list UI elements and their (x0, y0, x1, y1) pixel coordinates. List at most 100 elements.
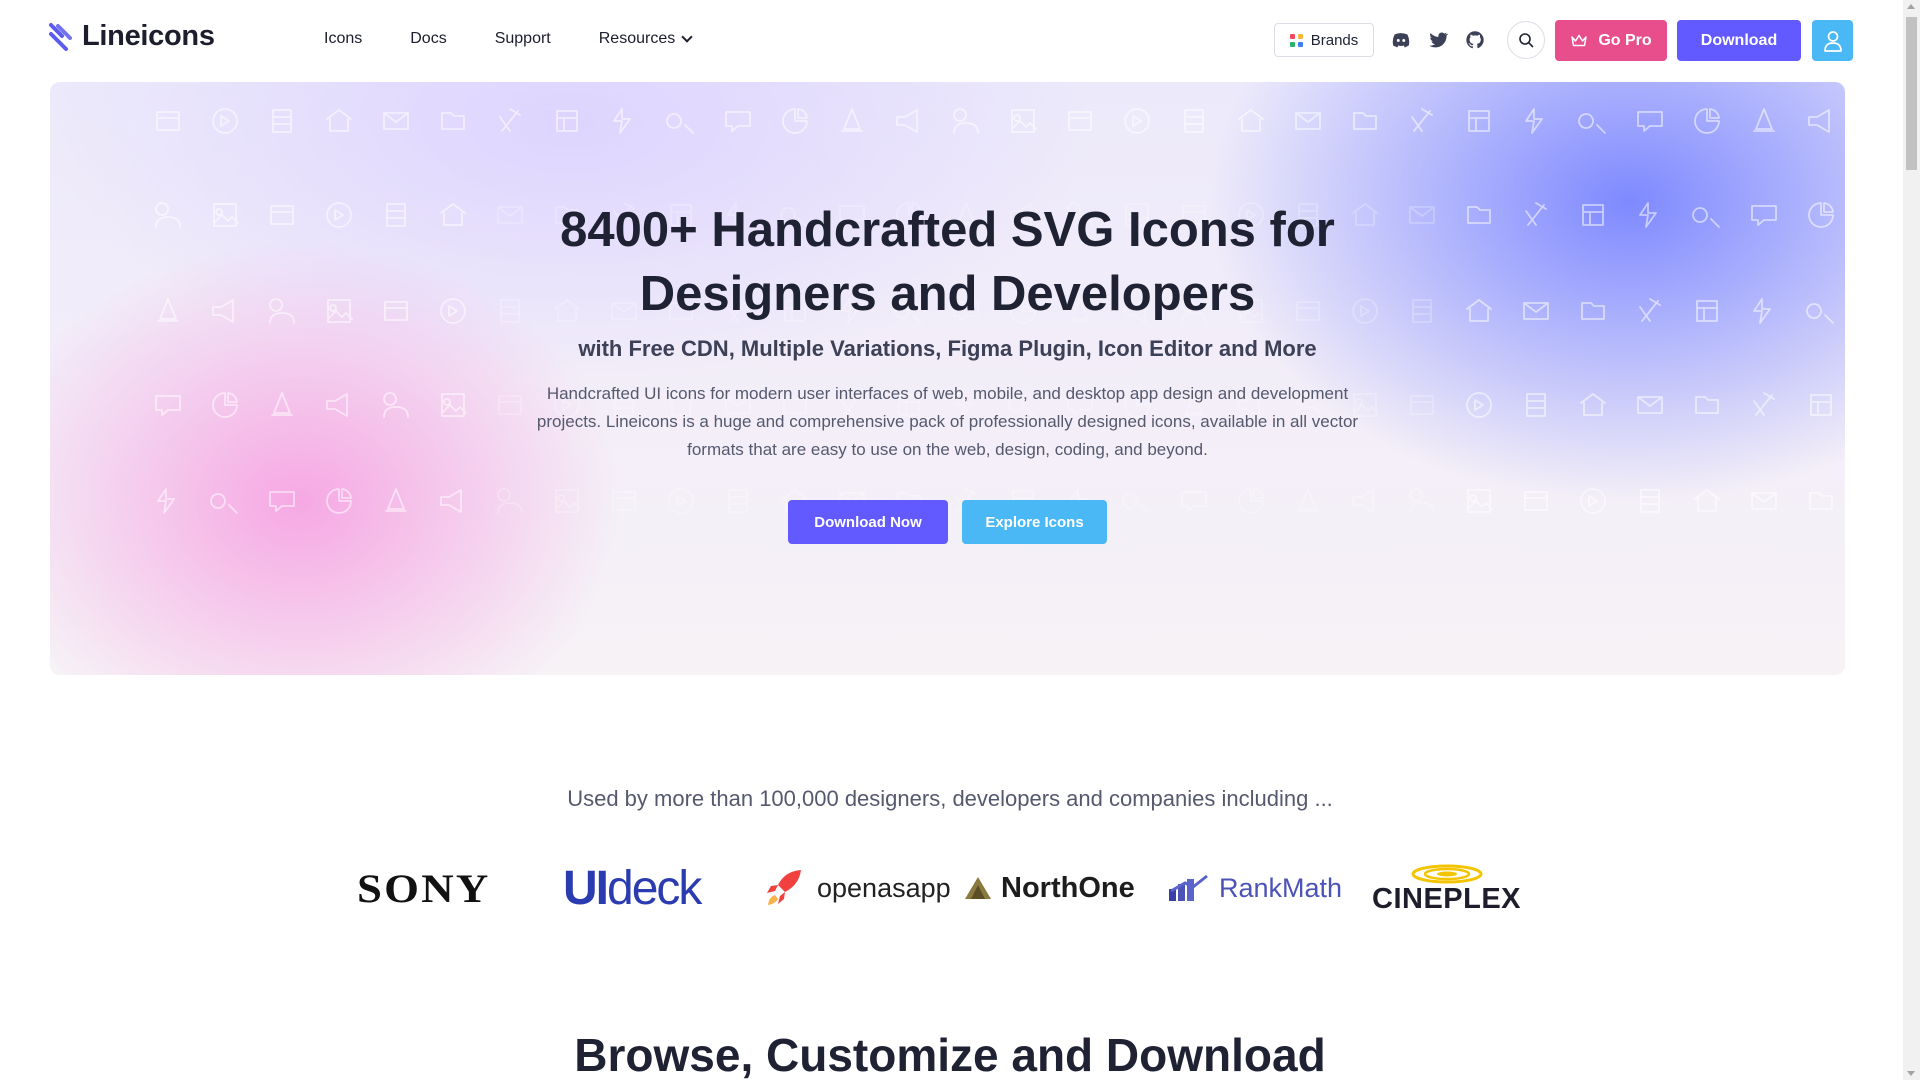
pattern-icon (1525, 108, 1543, 134)
crown-icon (1571, 34, 1588, 46)
pattern-icon (556, 110, 578, 132)
northone-logo-text: NorthOne (1001, 871, 1135, 904)
twitter-icon[interactable] (1427, 29, 1449, 51)
main-nav: Icons Docs Support Resources (324, 30, 693, 48)
pattern-icon (1637, 111, 1663, 132)
pattern-icon (212, 108, 238, 134)
hero-title: 8400+ Handcrafted SVG Icons for Designer… (50, 198, 1845, 326)
pattern-icon (1411, 108, 1433, 132)
pattern-icon (1353, 112, 1377, 130)
pattern-icon (271, 392, 293, 416)
hero-title-line1: 8400+ Handcrafted SVG Icons for (560, 203, 1335, 257)
nav-docs-label: Docs (410, 30, 447, 47)
scrollbar-thumb[interactable] (1906, 17, 1917, 170)
openasapp-logo-text: openasapp (817, 872, 951, 903)
pattern-icon (1181, 491, 1207, 512)
pattern-icon (1753, 392, 1775, 416)
pattern-icon (1640, 489, 1660, 513)
pattern-icon (1011, 109, 1037, 133)
rankmath-chart-icon (1169, 874, 1208, 901)
pattern-icon (499, 108, 521, 132)
rocket-icon (767, 870, 801, 905)
pattern-icon (269, 491, 295, 512)
uideck-logo: UI deck (563, 858, 702, 918)
pattern-icon (1753, 108, 1775, 132)
pattern-icon (498, 395, 522, 415)
pattern-icon (1751, 492, 1777, 510)
pattern-icon (841, 108, 863, 132)
download-button[interactable]: Download (1677, 20, 1801, 61)
nav-icons[interactable]: Icons (324, 30, 362, 48)
pattern-icon (155, 395, 181, 416)
pattern-icon (1295, 112, 1321, 130)
nav-support[interactable]: Support (495, 30, 551, 48)
pattern-icon (1694, 489, 1720, 512)
search-icon (1519, 33, 1534, 48)
pattern-icon (497, 488, 523, 514)
hero-description: Handcrafted UI icons for modern user int… (536, 384, 1359, 459)
scroll-down-arrow-icon[interactable] (1907, 1071, 1915, 1076)
sony-logo: SONY (357, 858, 490, 918)
hero-title-line2: Designers and Developers (639, 267, 1256, 321)
brands-grid-icon (1289, 33, 1303, 47)
explore-icons-label: Explore Icons (985, 513, 1084, 531)
pattern-icon (212, 392, 238, 418)
discord-icon[interactable] (1390, 29, 1412, 51)
chevron-down-icon (681, 30, 693, 43)
pattern-icon (1809, 492, 1833, 510)
nav-resources[interactable]: Resources (599, 30, 693, 48)
pattern-icon (1466, 392, 1492, 418)
pattern-icon (1526, 393, 1546, 417)
site-header: Lineicons Icons Docs Support Resources B… (0, 0, 1900, 80)
brands-button[interactable]: Brands (1274, 23, 1374, 57)
pattern-icon (440, 489, 462, 513)
pattern-icon (1352, 489, 1374, 513)
download-label: Download (1700, 31, 1778, 49)
search-button[interactable] (1507, 21, 1545, 59)
nav-docs[interactable]: Docs (410, 30, 446, 48)
pattern-icon (1580, 488, 1606, 514)
pattern-icon (1694, 108, 1720, 134)
cineplex-logo-text: CINEPLEX (1372, 883, 1522, 915)
pattern-icon (612, 491, 636, 511)
pattern-icon (1808, 109, 1830, 133)
northone-logo: NorthOne (963, 858, 1135, 918)
user-account-button[interactable] (1812, 20, 1853, 61)
scroll-up-arrow-icon[interactable] (1907, 4, 1915, 9)
pattern-icon (1122, 493, 1150, 514)
pattern-icon (326, 393, 348, 417)
download-now-label: Download Now (814, 513, 922, 531)
go-pro-label: Go Pro (1598, 31, 1652, 49)
sony-logo-text: SONY (357, 865, 491, 911)
pattern-icon (157, 488, 175, 514)
pattern-icon (1580, 393, 1606, 416)
cineplex-rings-icon (1411, 864, 1483, 884)
download-now-button[interactable]: Download Now (788, 500, 948, 544)
hero-section: 8400+ Handcrafted SVG Icons for Designer… (50, 82, 1845, 675)
pattern-icon (1410, 395, 1434, 415)
page-scrollbar[interactable] (1903, 0, 1920, 1080)
nav-icons-label: Icons (324, 30, 363, 47)
openasapp-logo: openasapp (765, 858, 951, 918)
clients-heading: Used by more than 100,000 designers, dev… (567, 786, 1333, 811)
go-pro-button[interactable]: Go Pro (1555, 20, 1667, 61)
pattern-icon (666, 113, 694, 134)
pattern-icon (1238, 488, 1264, 514)
pattern-icon (326, 488, 352, 514)
uideck-logo-light: deck (607, 861, 702, 915)
pattern-icon (782, 108, 808, 134)
pattern-icon (383, 392, 409, 418)
logo[interactable]: Lineicons (48, 20, 215, 53)
pattern-icon (441, 112, 465, 130)
pattern-icon (728, 489, 748, 513)
github-icon[interactable] (1464, 29, 1486, 51)
pattern-icon (210, 493, 238, 514)
rankmath-logo-text: RankMath (1219, 872, 1343, 903)
explore-icons-button[interactable]: Explore Icons (962, 500, 1107, 544)
pattern-icon (1238, 109, 1264, 132)
pattern-icon (441, 393, 467, 417)
pattern-icon (272, 109, 292, 133)
pattern-icon (1810, 394, 1832, 416)
pattern-icon (613, 108, 631, 134)
nav-support-label: Support (494, 30, 551, 47)
